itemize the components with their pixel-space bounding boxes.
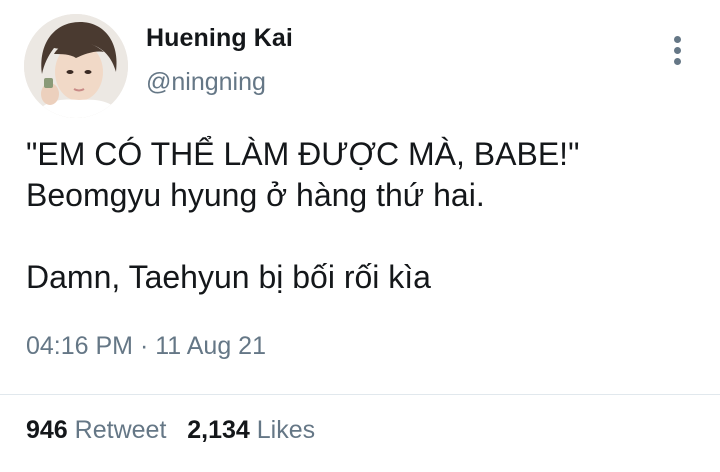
likes-label: Likes: [256, 416, 316, 444]
tweet-text-line: "EM CÓ THỂ LÀM ĐƯỢC MÀ, BABE!": [26, 136, 580, 172]
tweet-timestamp[interactable]: 04:16 PM · 11 Aug 21: [26, 332, 266, 361]
avatar-photo: [24, 14, 128, 118]
tweet-text-line: Beomgyu hyung ở hàng thứ hai.: [26, 177, 485, 213]
more-options-button[interactable]: [664, 32, 692, 68]
avatar[interactable]: [24, 14, 128, 118]
retweets-stat[interactable]: 946 Retweet: [26, 416, 166, 444]
more-vertical-icon: [674, 47, 681, 54]
user-handle[interactable]: @ningning: [146, 68, 266, 97]
likes-stat[interactable]: 2,134 Likes: [187, 416, 315, 444]
tweet-text-line: Damn, Taehyun bị bối rối kìa: [26, 259, 431, 295]
display-name[interactable]: Huening Kai: [146, 24, 293, 53]
retweets-count: 946: [26, 416, 68, 444]
tweet-text: "EM CÓ THỂ LÀM ĐƯỢC MÀ, BABE!" Beomgyu h…: [26, 134, 696, 298]
retweets-label: Retweet: [74, 416, 167, 444]
likes-count: 2,134: [187, 416, 250, 444]
divider: [0, 394, 720, 395]
more-vertical-icon: [674, 36, 681, 43]
more-vertical-icon: [674, 58, 681, 65]
tweet-stats: 946 Retweet 2,134 Likes: [26, 416, 315, 445]
